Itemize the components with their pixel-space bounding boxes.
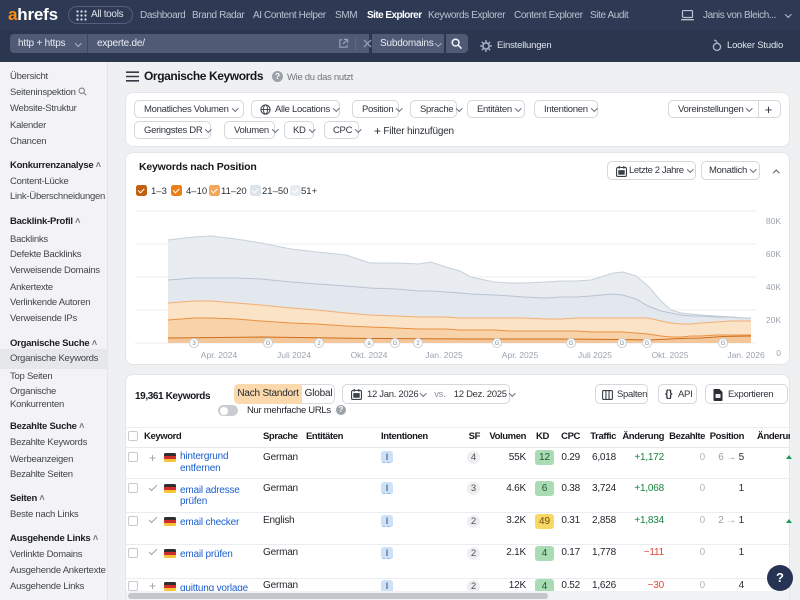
- svg-text:G: G: [393, 341, 398, 347]
- svg-text:Juli 2024: Juli 2024: [277, 350, 311, 360]
- svg-text:60K: 60K: [766, 249, 781, 259]
- svg-text:Juli 2025: Juli 2025: [578, 350, 612, 360]
- svg-text:G: G: [569, 341, 574, 347]
- svg-text:G: G: [620, 341, 625, 347]
- svg-text:Okt. 2025: Okt. 2025: [652, 350, 689, 360]
- svg-text:Okt. 2024: Okt. 2024: [351, 350, 388, 360]
- svg-text:G: G: [645, 341, 650, 347]
- svg-text:Jan. 2025: Jan. 2025: [425, 350, 463, 360]
- svg-text:80K: 80K: [766, 216, 781, 226]
- svg-text:Jan. 2026: Jan. 2026: [727, 350, 765, 360]
- svg-text:20K: 20K: [766, 315, 781, 325]
- svg-text:Apr. 2024: Apr. 2024: [201, 350, 238, 360]
- svg-text:Apr. 2025: Apr. 2025: [502, 350, 539, 360]
- svg-text:G: G: [721, 341, 726, 347]
- svg-text:40K: 40K: [766, 282, 781, 292]
- svg-text:G: G: [266, 341, 271, 347]
- svg-text:G: G: [495, 341, 500, 347]
- svg-text:0: 0: [776, 348, 781, 358]
